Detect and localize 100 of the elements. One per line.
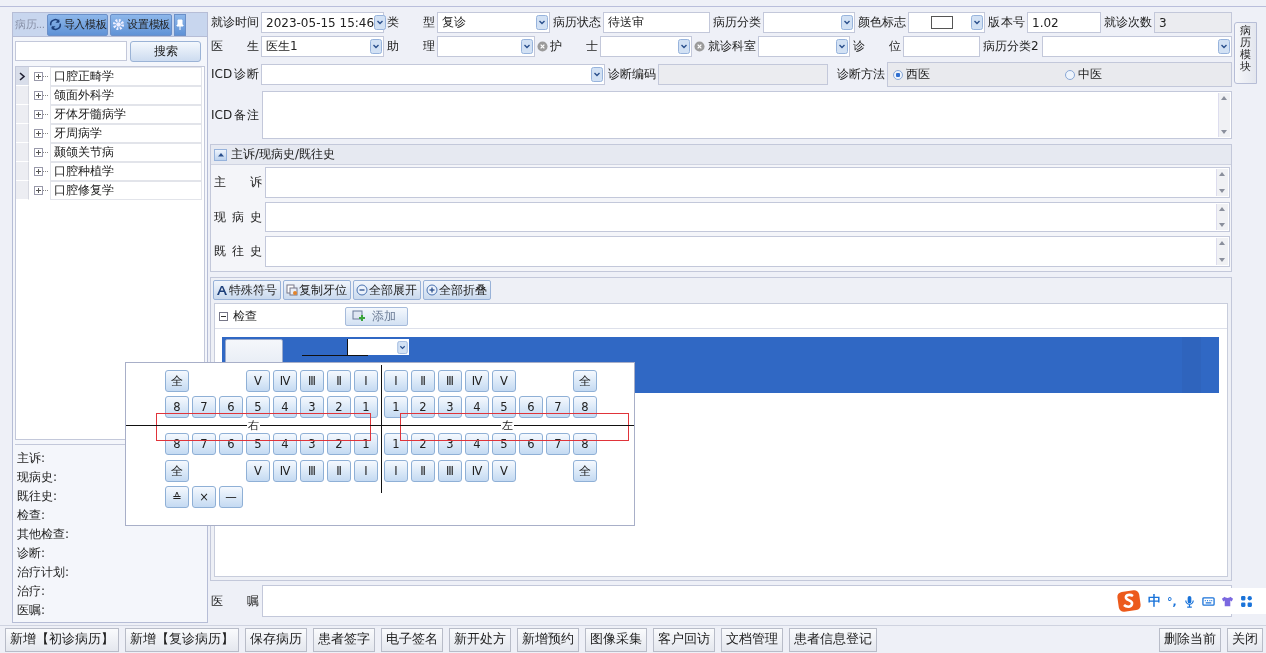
readonly-field[interactable] xyxy=(658,64,828,85)
clear-icon[interactable] xyxy=(537,41,548,52)
dropdown-button[interactable] xyxy=(678,39,690,54)
dropdown-field[interactable]: 医生1 xyxy=(261,36,384,57)
tooth-button[interactable]: Ⅱ xyxy=(411,460,435,482)
tooth-button[interactable]: Ⅴ xyxy=(246,370,270,392)
tree-item[interactable]: 口腔修复学 xyxy=(50,181,202,201)
tooth-button[interactable]: 5 xyxy=(246,396,270,418)
toolbar-button[interactable]: 图像采集 xyxy=(585,627,647,652)
tooth-button[interactable]: Ⅲ xyxy=(438,460,462,482)
dropdown-field[interactable] xyxy=(600,36,692,57)
expand-icon[interactable] xyxy=(34,72,43,82)
dropdown-field[interactable] xyxy=(763,12,855,33)
tooth-button[interactable]: 3 xyxy=(438,396,462,418)
import-template-button[interactable]: 导入模板 xyxy=(46,13,109,36)
tree-item[interactable]: 颌面外科学 xyxy=(50,86,202,106)
tree-item[interactable]: 口腔种植学 xyxy=(50,162,202,182)
tooth-button[interactable]: 全 xyxy=(165,370,189,392)
tooth-button[interactable]: 1 xyxy=(354,396,378,418)
tooth-button[interactable]: Ⅰ xyxy=(384,460,408,482)
tree-item[interactable]: 牙体牙髓病学 xyxy=(50,105,202,125)
dropdown-button[interactable] xyxy=(836,39,848,54)
toolbar-button[interactable]: 保存病历 xyxy=(245,627,307,652)
expand-icon[interactable] xyxy=(34,186,43,196)
collapse-all-button[interactable]: 全部折叠 xyxy=(423,280,491,300)
toolbar-button[interactable]: 电子签名 xyxy=(381,627,443,652)
tooth-button[interactable]: 全 xyxy=(573,460,597,482)
logo-icon[interactable] xyxy=(1116,589,1142,613)
dropdown-button[interactable] xyxy=(841,15,853,30)
toolbar-button[interactable]: 患者签字 xyxy=(313,627,375,652)
collapse-icon[interactable] xyxy=(219,311,228,321)
tooth-button[interactable]: Ⅰ xyxy=(354,460,378,482)
clear-icon[interactable] xyxy=(694,41,705,52)
tooth-button[interactable]: 全 xyxy=(165,460,189,482)
dropdown-button[interactable] xyxy=(370,39,382,54)
symbol-button[interactable]: × xyxy=(192,486,216,508)
text-field[interactable] xyxy=(903,36,980,57)
grid-icon[interactable] xyxy=(1239,594,1253,608)
tooth-button[interactable]: 5 xyxy=(492,396,516,418)
toolbar-button[interactable]: 患者信息登记 xyxy=(789,627,877,652)
special-symbol-button[interactable]: 特殊符号 xyxy=(213,280,281,300)
tooth-button[interactable]: Ⅱ xyxy=(411,370,435,392)
toolbar-button[interactable]: 新增【初诊病历】 xyxy=(5,627,119,652)
toolbar-button[interactable]: 文档管理 xyxy=(721,627,783,652)
microphone-icon[interactable] xyxy=(1182,594,1196,608)
tooth-button[interactable]: Ⅴ xyxy=(492,460,516,482)
toolbar-button[interactable]: 客户回访 xyxy=(653,627,715,652)
toolbar-button[interactable]: 关闭 xyxy=(1227,627,1263,652)
readonly-field[interactable]: 3 xyxy=(1154,12,1232,33)
tooth-button[interactable]: 4 xyxy=(465,396,489,418)
tooth-button[interactable]: 8 xyxy=(573,396,597,418)
input-mode-label[interactable]: 中 xyxy=(1148,592,1161,610)
tooth-button[interactable]: 6 xyxy=(519,396,543,418)
tooth-button[interactable]: Ⅲ xyxy=(438,370,462,392)
keyboard-icon[interactable] xyxy=(1201,594,1215,608)
scrollbar[interactable] xyxy=(1218,93,1230,137)
tree-item[interactable]: 口腔正畸学 xyxy=(50,67,202,87)
toolbar-button[interactable]: 新开处方 xyxy=(449,627,511,652)
scrollbar[interactable] xyxy=(1216,203,1228,231)
tooth-button[interactable]: 7 xyxy=(546,396,570,418)
tooth-button[interactable]: 全 xyxy=(573,370,597,392)
tooth-button[interactable]: Ⅰ xyxy=(354,370,378,392)
tooth-button[interactable]: 2 xyxy=(411,396,435,418)
toolbar-button[interactable]: 新增预约 xyxy=(517,627,579,652)
side-tab[interactable]: 病历模块 xyxy=(1234,22,1257,84)
scrollbar[interactable] xyxy=(1216,169,1228,196)
tooth-button[interactable]: 1 xyxy=(384,433,408,455)
tooth-position-field[interactable] xyxy=(347,339,409,355)
tree-item[interactable]: 牙周病学 xyxy=(50,124,202,144)
text-field[interactable]: 1.02 xyxy=(1027,12,1101,33)
expand-icon[interactable] xyxy=(34,91,43,101)
dropdown-button[interactable] xyxy=(397,340,408,354)
symbol-button[interactable]: ≙ xyxy=(165,486,189,508)
shirt-icon[interactable] xyxy=(1220,594,1234,608)
radio-option[interactable]: 西医 xyxy=(893,66,1060,83)
tooth-button[interactable]: Ⅱ xyxy=(327,460,351,482)
tooth-button[interactable]: 1 xyxy=(384,396,408,418)
tooth-button[interactable]: Ⅳ xyxy=(465,370,489,392)
tooth-button[interactable]: Ⅰ xyxy=(384,370,408,392)
tooth-button[interactable]: 3 xyxy=(300,396,324,418)
tooth-button[interactable]: 4 xyxy=(273,396,297,418)
expand-icon[interactable] xyxy=(34,148,43,158)
toolbar-button[interactable]: 删除当前 xyxy=(1159,627,1221,652)
dropdown-field[interactable] xyxy=(758,36,850,57)
tooth-button[interactable]: Ⅳ xyxy=(273,460,297,482)
dropdown-field[interactable] xyxy=(437,36,535,57)
tooth-button[interactable]: Ⅳ xyxy=(273,370,297,392)
tooth-button[interactable]: 8 xyxy=(165,396,189,418)
tooth-button[interactable]: Ⅳ xyxy=(465,460,489,482)
add-button[interactable]: 添加 xyxy=(345,306,408,326)
expand-all-button[interactable]: 全部展开 xyxy=(353,280,421,300)
template-settings-button[interactable]: 设置模板 xyxy=(110,13,173,36)
collapse-button[interactable] xyxy=(214,148,227,161)
dropdown-field[interactable] xyxy=(261,64,605,85)
tree-item[interactable]: 颞颌关节病 xyxy=(50,143,202,163)
dropdown-button[interactable] xyxy=(591,67,603,82)
tooth-button[interactable]: 7 xyxy=(192,396,216,418)
dropdown-button[interactable] xyxy=(536,15,548,30)
dropdown-button[interactable] xyxy=(521,39,533,54)
radio-option[interactable]: 中医 xyxy=(1064,66,1231,83)
